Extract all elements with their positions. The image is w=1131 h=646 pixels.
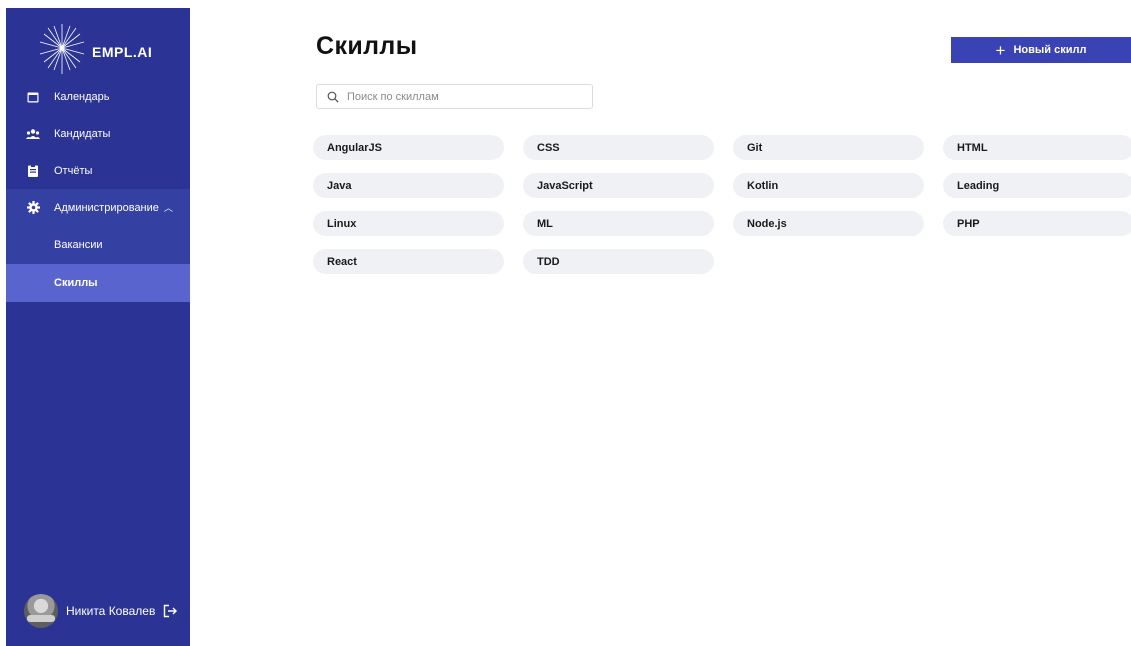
- skill-chip[interactable]: AngularJS: [313, 135, 504, 160]
- skill-chip[interactable]: Kotlin: [733, 173, 924, 198]
- skill-chip[interactable]: PHP: [943, 211, 1131, 236]
- skill-chip[interactable]: Node.js: [733, 211, 924, 236]
- users-icon: [26, 127, 40, 141]
- sidebar-item-calendar[interactable]: Календарь: [6, 78, 190, 115]
- sidebar-item-label: Кандидаты: [54, 127, 111, 140]
- user-profile: Никита Ковалев: [24, 594, 178, 628]
- sidebar-item-label: Администрирование: [54, 201, 159, 214]
- plus-icon: +: [995, 40, 1006, 60]
- skill-chip[interactable]: Java: [313, 173, 504, 198]
- gear-icon: [26, 201, 40, 215]
- search-box: [316, 84, 593, 109]
- sidebar-subitem-vacancies[interactable]: Вакансии: [6, 226, 190, 264]
- sidebar-subitem-skills[interactable]: Скиллы: [6, 264, 190, 302]
- new-skill-button-label: Новый скилл: [1013, 44, 1087, 56]
- skill-chip[interactable]: HTML: [943, 135, 1131, 160]
- skills-grid: AngularJS CSS Git HTML Java JavaScript Kotlin L…: [313, 135, 1131, 295]
- skill-chip[interactable]: Git: [733, 135, 924, 160]
- skill-chip[interactable]: CSS: [523, 135, 714, 160]
- report-icon: [26, 164, 40, 178]
- skill-chip[interactable]: Leading: [943, 173, 1131, 198]
- sidebar-nav: Календарь Кандидаты Отчёты Администриров…: [6, 78, 190, 302]
- skill-chip[interactable]: Linux: [313, 211, 504, 236]
- skill-chip[interactable]: JavaScript: [523, 173, 714, 198]
- brand-logo[interactable]: EMPL.AI: [36, 18, 176, 80]
- logout-icon[interactable]: [163, 604, 178, 618]
- chevron-up-icon: ︿: [163, 203, 173, 213]
- user-name: Никита Ковалев: [66, 604, 156, 618]
- starburst-logo-icon: [39, 24, 85, 74]
- skill-chip[interactable]: React: [313, 249, 504, 274]
- sidebar-item-administration[interactable]: Администрирование ︿: [6, 189, 190, 226]
- sidebar-item-candidates[interactable]: Кандидаты: [6, 115, 190, 152]
- page-title: Скиллы: [316, 32, 418, 60]
- search-input[interactable]: [347, 90, 567, 103]
- avatar[interactable]: [24, 594, 58, 628]
- skill-chip[interactable]: TDD: [523, 249, 714, 274]
- sidebar-item-label: Отчёты: [54, 164, 93, 177]
- sidebar-item-label: Календарь: [54, 90, 110, 103]
- sidebar: EMPL.AI Календарь Кандидаты Отчёты Админ…: [6, 8, 190, 646]
- brand-name: EMPL.AI: [92, 44, 153, 60]
- calendar-icon: [26, 90, 40, 104]
- new-skill-button[interactable]: + Новый скилл: [951, 37, 1131, 63]
- sidebar-item-reports[interactable]: Отчёты: [6, 152, 190, 189]
- search-icon: [327, 91, 339, 103]
- skill-chip[interactable]: ML: [523, 211, 714, 236]
